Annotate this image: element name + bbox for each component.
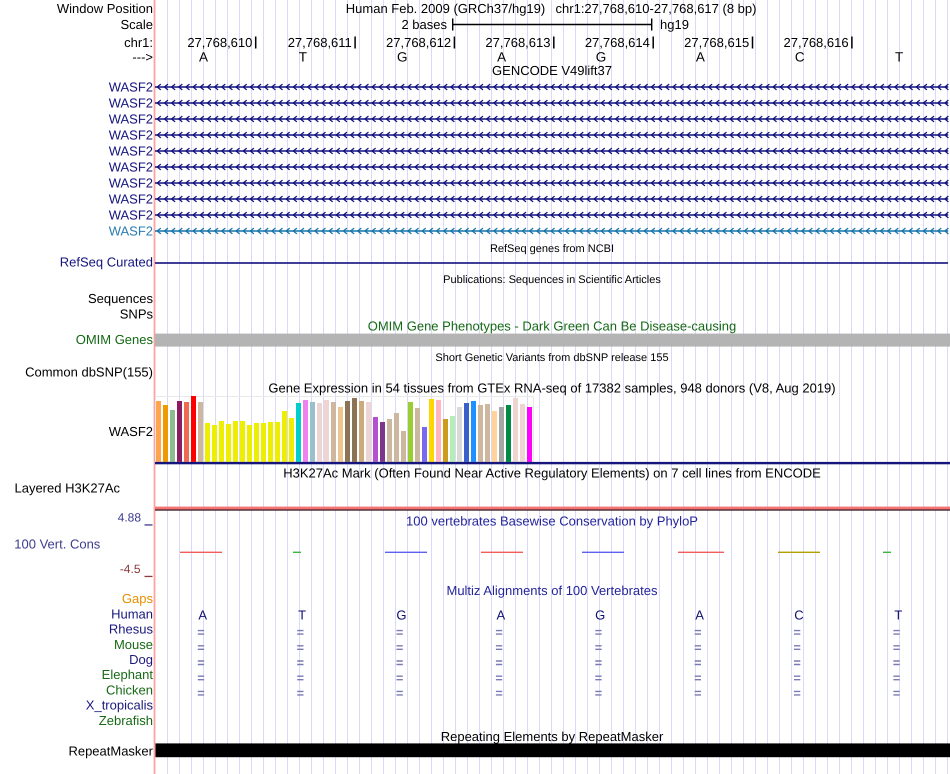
svg-text:2 bases: 2 bases — [401, 17, 447, 32]
svg-text:GENCODE V49lift37: GENCODE V49lift37 — [492, 63, 612, 78]
svg-text:WASF2: WASF2 — [109, 176, 153, 191]
svg-text:27,768,612: 27,768,612 — [386, 35, 451, 50]
svg-text:Gaps: Gaps — [122, 591, 154, 606]
svg-text:100 vertebrates Basewise Conse: 100 vertebrates Basewise Conservation by… — [406, 514, 698, 529]
svg-text:Sequences: Sequences — [88, 291, 154, 306]
svg-text:Zebrafish: Zebrafish — [99, 713, 153, 728]
svg-text:WASF2: WASF2 — [109, 160, 153, 175]
svg-text:T: T — [298, 608, 306, 623]
svg-text:WASF2: WASF2 — [109, 144, 153, 159]
svg-text:Human: Human — [111, 606, 153, 621]
svg-text:T: T — [894, 608, 902, 623]
svg-text:C: C — [795, 49, 805, 64]
svg-text:Human Feb. 2009 (GRCh37/hg19): Human Feb. 2009 (GRCh37/hg19) — [346, 1, 545, 16]
svg-text:Gene Expression in 54 tissues: Gene Expression in 54 tissues from GTEx … — [268, 381, 835, 396]
svg-text:Publications: Sequences in Sci: Publications: Sequences in Scientific Ar… — [443, 274, 661, 286]
svg-text:X_tropicalis: X_tropicalis — [86, 698, 154, 713]
svg-text:27,768,616: 27,768,616 — [784, 35, 849, 50]
svg-text:100 Vert. Cons: 100 Vert. Cons — [14, 537, 100, 552]
svg-text:hg19: hg19 — [660, 17, 689, 32]
svg-text:27,768,610: 27,768,610 — [187, 35, 252, 50]
svg-text:T: T — [895, 49, 903, 64]
svg-text:Dog: Dog — [129, 652, 153, 667]
svg-text:WASF2: WASF2 — [109, 80, 153, 95]
svg-text:H3K27Ac Mark (Often Found Near: H3K27Ac Mark (Often Found Near Active Re… — [283, 466, 821, 481]
svg-text:T: T — [299, 49, 307, 64]
svg-text:Elephant: Elephant — [102, 667, 154, 682]
svg-text:Chicken: Chicken — [106, 682, 153, 697]
svg-text:A: A — [695, 608, 704, 623]
svg-text:OMIM Gene Phenotypes - Dark Gr: OMIM Gene Phenotypes - Dark Green Can Be… — [368, 319, 737, 334]
svg-text:Mouse: Mouse — [114, 637, 153, 652]
svg-text:G: G — [396, 608, 406, 623]
svg-text:A: A — [198, 608, 207, 623]
svg-text:Repeating Elements by RepeatMa: Repeating Elements by RepeatMasker — [441, 729, 664, 744]
svg-text:WASF2: WASF2 — [109, 424, 153, 439]
svg-text:Short Genetic Variants from db: Short Genetic Variants from dbSNP releas… — [435, 352, 668, 364]
svg-text:Rhesus: Rhesus — [109, 622, 154, 637]
svg-text:WASF2: WASF2 — [109, 112, 153, 127]
svg-text:WASF2: WASF2 — [109, 192, 153, 207]
svg-text:G: G — [397, 49, 408, 64]
svg-text:27,768,614: 27,768,614 — [585, 35, 650, 50]
svg-text:OMIM Genes: OMIM Genes — [76, 332, 154, 347]
svg-text:C: C — [794, 608, 803, 623]
svg-text:Scale: Scale — [120, 17, 153, 32]
svg-text:WASF2: WASF2 — [109, 224, 153, 239]
svg-text:27,768,615: 27,768,615 — [684, 35, 749, 50]
svg-text:WASF2: WASF2 — [109, 208, 153, 223]
svg-text:--->: ---> — [132, 50, 153, 65]
svg-text:Multiz Alignments of 100 Verte: Multiz Alignments of 100 Vertebrates — [446, 583, 658, 598]
svg-text:SNPs: SNPs — [120, 307, 154, 322]
svg-text:RefSeq genes from NCBI: RefSeq genes from NCBI — [490, 243, 614, 255]
svg-text:A: A — [199, 49, 208, 64]
svg-text:WASF2: WASF2 — [109, 96, 153, 111]
svg-text:WASF2: WASF2 — [109, 128, 153, 143]
svg-text:27,768,611: 27,768,611 — [288, 35, 352, 50]
svg-text:4.88: 4.88 — [118, 511, 142, 525]
svg-text:Layered H3K27Ac: Layered H3K27Ac — [14, 481, 120, 496]
svg-text:chr1:27,768,610-27,768,617 (8: chr1:27,768,610-27,768,617 (8 bp) — [556, 1, 757, 16]
svg-text:Common dbSNP(155): Common dbSNP(155) — [25, 365, 153, 380]
svg-text:A: A — [696, 49, 705, 64]
svg-text:G: G — [595, 608, 605, 623]
svg-text:RepeatMasker: RepeatMasker — [68, 744, 153, 759]
svg-text:chr1:: chr1: — [124, 35, 153, 50]
svg-text:27,768,613: 27,768,613 — [485, 35, 550, 50]
svg-text:RefSeq Curated: RefSeq Curated — [60, 255, 153, 270]
svg-text:Window Position: Window Position — [57, 1, 153, 16]
svg-text:-4.5: -4.5 — [120, 562, 141, 576]
svg-text:A: A — [496, 608, 505, 623]
